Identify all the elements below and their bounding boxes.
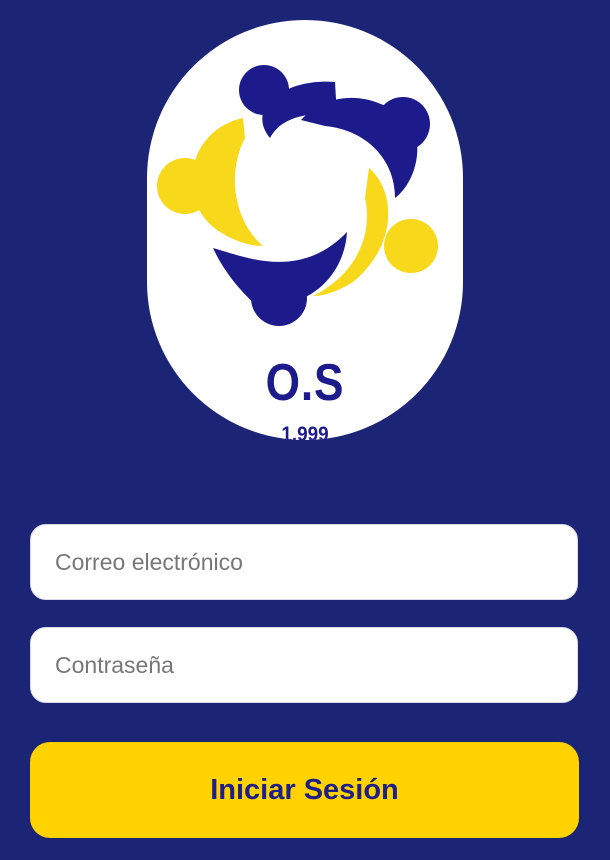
login-screen: O.S 1.999 Iniciar Sesión [0, 0, 610, 860]
yellow-head-left [157, 158, 213, 214]
logo-initials: O.S [265, 354, 345, 412]
navy-head-right [376, 97, 430, 151]
navy-head-top [239, 65, 289, 115]
navy-head-bottom [251, 270, 307, 326]
email-field-container [30, 524, 578, 600]
login-button[interactable]: Iniciar Sesión [30, 742, 579, 838]
logo-year: 1.999 [281, 423, 329, 440]
email-field[interactable] [31, 525, 577, 599]
organization-logo: O.S 1.999 [147, 20, 463, 440]
password-field[interactable] [31, 628, 577, 702]
yellow-head-right [384, 219, 438, 273]
password-field-container [30, 627, 578, 703]
